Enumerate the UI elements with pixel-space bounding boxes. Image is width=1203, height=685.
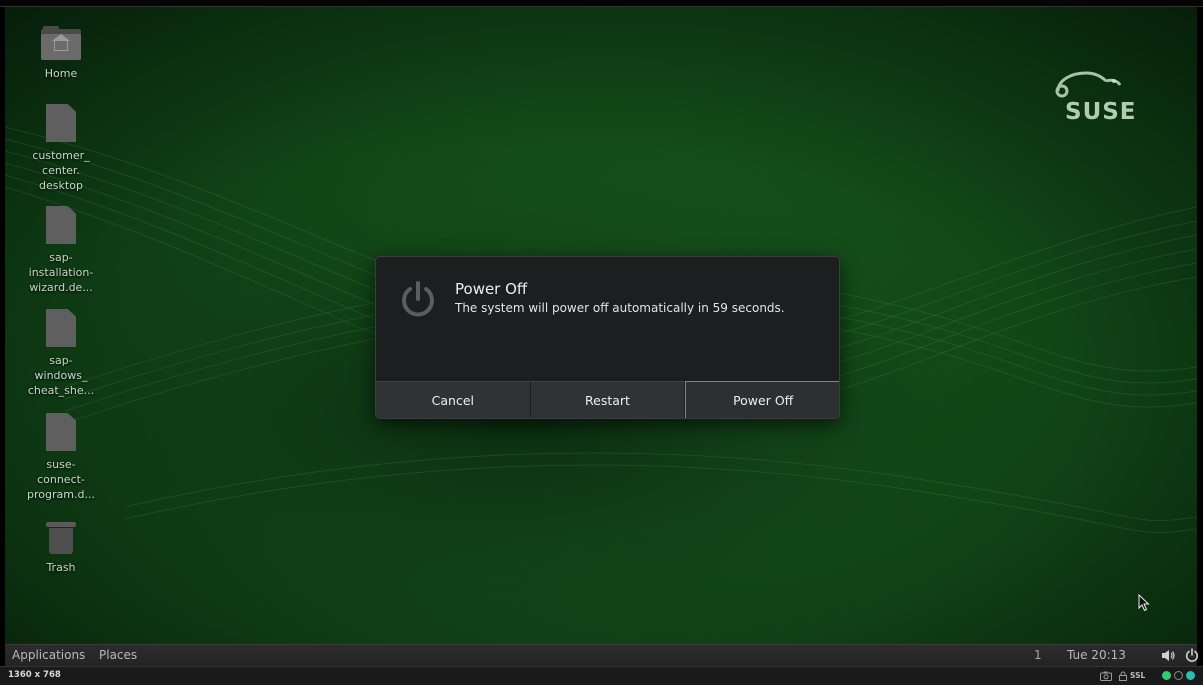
screen-resolution: 1360 x 768 — [8, 670, 61, 680]
restart-button[interactable]: Restart — [530, 381, 686, 418]
document-icon — [46, 413, 76, 451]
desktop-icon-label: sap- installation- wizard.de... — [28, 251, 94, 294]
desktop-icon-label: sap- windows_ cheat_she... — [27, 354, 95, 397]
camera-icon[interactable] — [1100, 671, 1112, 681]
connection-ok-icon — [1162, 671, 1171, 680]
desktop-icon-home[interactable]: Home — [25, 26, 97, 81]
home-folder-icon — [41, 26, 81, 60]
power-off-button[interactable]: Power Off — [685, 381, 839, 418]
status-idle-icon — [1174, 671, 1183, 680]
trash-icon — [46, 520, 76, 554]
dialog-message: The system will power off automatically … — [455, 301, 785, 315]
power-off-dialog: Power Off The system will power off auto… — [375, 256, 840, 419]
desktop-icon-label: Trash — [46, 561, 76, 574]
status-active-icon — [1186, 671, 1195, 680]
volume-icon[interactable] — [1161, 649, 1175, 662]
document-icon — [46, 104, 76, 142]
desktop-icon-suse-connect-program[interactable]: suse- connect- program.d... — [25, 413, 97, 502]
document-icon — [46, 309, 76, 347]
applications-menu[interactable]: Applications — [12, 648, 85, 662]
ssl-label: SSL — [1130, 671, 1146, 680]
desktop-icon-trash[interactable]: Trash — [25, 520, 97, 575]
cancel-button[interactable]: Cancel — [376, 381, 531, 418]
desktop-icon-sap-windows-cheat-sheet[interactable]: sap- windows_ cheat_she... — [25, 309, 97, 398]
desktop-icon-sap-installation-wizard[interactable]: sap- installation- wizard.de... — [25, 206, 97, 295]
viewer-status-bar: 1360 x 768 SSL — [0, 666, 1203, 685]
dialog-title: Power Off — [455, 280, 528, 298]
places-menu[interactable]: Places — [99, 648, 137, 662]
lock-icon — [1119, 671, 1127, 681]
power-icon — [402, 281, 434, 317]
desktop[interactable]: Home customer_ center. desktop sap- inst… — [5, 7, 1197, 644]
viewer-top-bar — [0, 0, 1203, 7]
panel-clock[interactable]: Tue 20:13 — [1067, 648, 1126, 662]
desktop-icon-label: customer_ center. desktop — [32, 149, 90, 192]
document-icon — [46, 206, 76, 244]
dialog-button-row: Cancel Restart Power Off — [376, 381, 839, 418]
bottom-panel: Applications Places 1 Tue 20:13 — [5, 644, 1199, 666]
workspace-indicator[interactable]: 1 — [1034, 648, 1042, 662]
desktop-icon-label: Home — [44, 67, 78, 80]
power-menu-icon[interactable] — [1185, 648, 1199, 662]
desktop-icon-customer-center[interactable]: customer_ center. desktop — [25, 104, 97, 193]
desktop-icon-label: suse- connect- program.d... — [27, 458, 95, 501]
mouse-pointer-icon — [1138, 594, 1150, 612]
suse-logo-text: SUSE — [1065, 99, 1137, 125]
